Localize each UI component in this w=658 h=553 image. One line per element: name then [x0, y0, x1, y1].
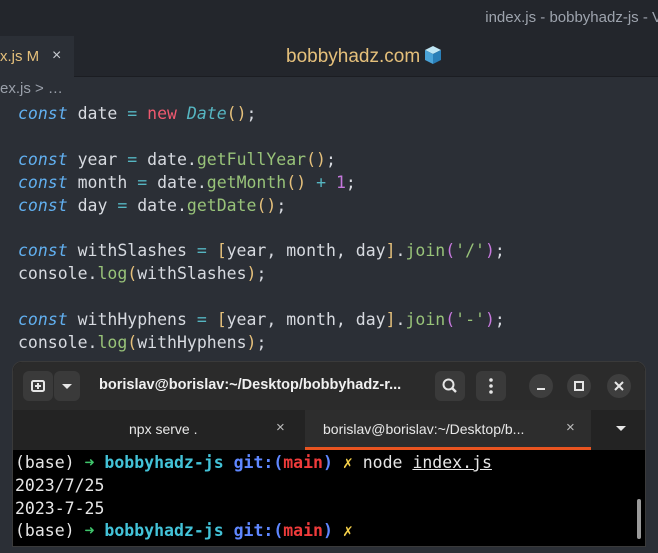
close-icon: [614, 381, 624, 391]
terminal-tab-borislav[interactable]: borislav@borislav:~/Desktop/b... ×: [305, 410, 591, 450]
close-icon[interactable]: ×: [566, 419, 575, 436]
new-tab-icon: [31, 380, 45, 392]
terminal-window: borislav@borislav:~/Desktop/bobbyhadz-r.…: [12, 361, 646, 547]
code-editor[interactable]: const date = new Date(); const year = da…: [0, 100, 658, 362]
brand-text: bobbyhadz.com: [286, 46, 421, 67]
new-tab-button[interactable]: [23, 371, 53, 401]
terminal-tab-bar: npx serve . × borislav@borislav:~/Deskto…: [13, 410, 645, 450]
close-window-button[interactable]: [607, 374, 631, 398]
code-line: const withSlashes = [year, month, day].j…: [18, 241, 505, 260]
code-line: const year = date.getFullYear();: [18, 150, 336, 169]
close-icon[interactable]: ×: [52, 47, 61, 65]
terminal-prompt-line: (base) ➜ bobbyhadz-js git:(main) ✗: [15, 521, 353, 540]
terminal-output-line: 2023-7-25: [15, 499, 105, 518]
breadcrumb[interactable]: ex.js > …: [0, 80, 63, 97]
minimize-button[interactable]: [529, 374, 553, 398]
window-titlebar: index.js - bobbyhadz-js - V: [0, 0, 658, 36]
editor-tab-index-js[interactable]: x.js M ×: [0, 36, 74, 77]
terminal-scrollbar[interactable]: [637, 499, 641, 539]
code-line: const day = date.getDate();: [18, 196, 287, 215]
terminal-prompt-line: (base) ➜ bobbyhadz-js git:(main) ✗ node …: [15, 453, 492, 472]
search-button[interactable]: [435, 371, 465, 401]
editor-tab-bar: x.js M × bobbyhadz.com: [0, 36, 658, 77]
code-line: const month = date.getMonth() + 1;: [18, 173, 356, 192]
menu-button[interactable]: [476, 371, 506, 401]
code-line: console.log(withSlashes);: [18, 264, 267, 283]
terminal-output[interactable]: (base) ➜ bobbyhadz-js git:(main) ✗ node …: [13, 450, 645, 546]
terminal-tab-npx-serve[interactable]: npx serve . ×: [13, 410, 303, 450]
terminal-title: borislav@borislav:~/Desktop/bobbyhadz-r.…: [99, 377, 402, 393]
terminal-output-line: 2023/7/25: [15, 476, 105, 495]
editor-tab-label: x.js M: [0, 48, 40, 65]
tab-overflow-button[interactable]: [613, 420, 629, 441]
kebab-menu-icon: [489, 378, 493, 394]
terminal-tab-label: borislav@borislav:~/Desktop/b...: [323, 421, 525, 437]
search-icon: [442, 378, 457, 393]
code-line: const date = new Date();: [18, 104, 257, 123]
chevron-down-icon: [62, 384, 72, 389]
window-title: index.js - bobbyhadz-js - V: [485, 9, 658, 26]
code-line: console.log(withHyphens);: [18, 333, 267, 352]
terminal-tab-label: npx serve .: [129, 421, 198, 437]
minimize-icon: [537, 388, 545, 390]
maximize-icon: [574, 381, 584, 391]
cube-icon: [425, 46, 442, 64]
code-line: const withHyphens = [year, month, day].j…: [18, 310, 505, 329]
chevron-down-icon: [616, 426, 626, 431]
tab-menu-button[interactable]: [54, 371, 80, 401]
terminal-headerbar: borislav@borislav:~/Desktop/bobbyhadz-r.…: [13, 362, 645, 410]
brand-watermark: bobbyhadz.com: [286, 45, 443, 68]
close-icon[interactable]: ×: [276, 419, 285, 436]
maximize-button[interactable]: [567, 374, 591, 398]
